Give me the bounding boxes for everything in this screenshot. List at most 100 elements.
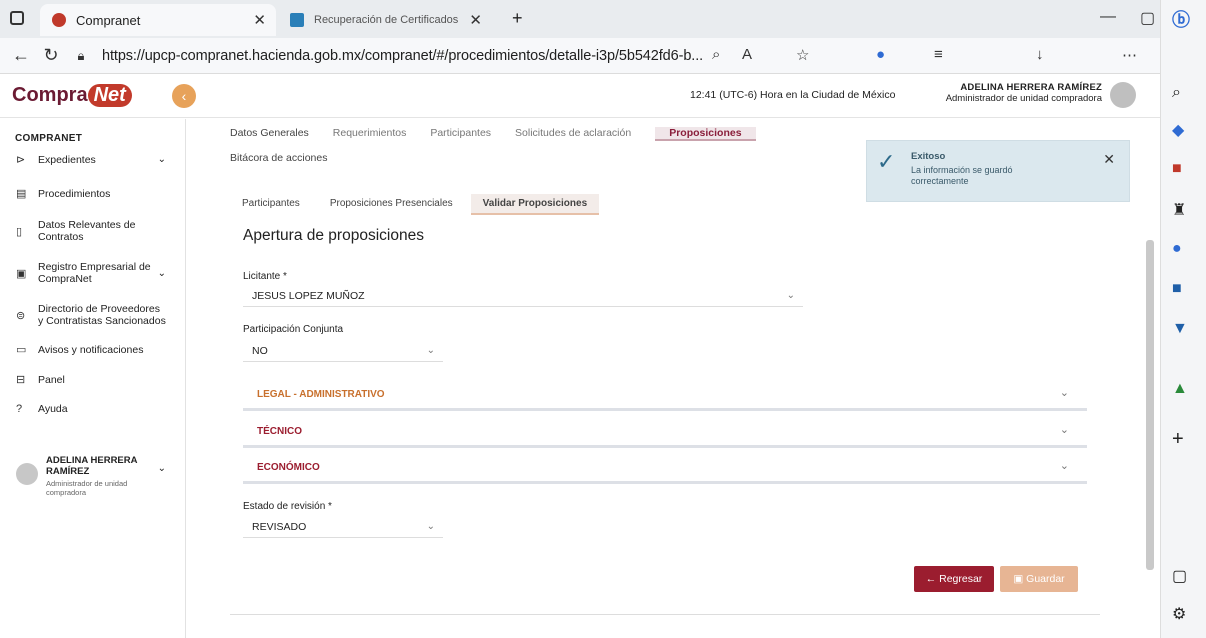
section-label: ECONÓMICO bbox=[257, 462, 320, 473]
tree-icon[interactable]: ▲ bbox=[1172, 380, 1188, 398]
maximize-icon[interactable]: ▢ bbox=[1140, 8, 1155, 28]
estado-select[interactable]: REVISADO ⌄ bbox=[243, 516, 443, 538]
refresh-icon[interactable]: ↻ bbox=[36, 45, 66, 66]
section-tecnico[interactable]: TÉCNICO ⌄ bbox=[243, 418, 1087, 448]
server-clock: 12:41 (UTC-6) Hora en la Ciudad de Méxic… bbox=[690, 89, 896, 101]
licitante-label: Licitante * bbox=[243, 271, 287, 282]
url-field[interactable]: https://upcp-compranet.hacienda.gob.mx/c… bbox=[102, 48, 703, 64]
bing-icon[interactable]: ⓑ bbox=[1172, 6, 1190, 32]
conjunta-value: NO bbox=[252, 345, 268, 357]
tab-proposiciones[interactable]: Proposiciones bbox=[655, 127, 756, 141]
sidebar-item-panel[interactable]: ⊟ Panel bbox=[16, 373, 176, 387]
edge-sidebar bbox=[1160, 0, 1206, 638]
minimize-icon[interactable]: — bbox=[1100, 8, 1116, 26]
chevron-down-icon: ⌄ bbox=[157, 267, 166, 279]
sidebar-item-label: Procedimientos bbox=[38, 187, 111, 200]
subtab-participantes[interactable]: Participantes bbox=[230, 194, 312, 215]
subtab-validar-proposiciones[interactable]: Validar Proposiciones bbox=[470, 194, 600, 215]
close-tab-icon[interactable]: ✕ bbox=[469, 11, 482, 29]
page-title: Apertura de proposiciones bbox=[243, 227, 424, 244]
help-icon: ? bbox=[16, 403, 23, 415]
divider bbox=[230, 614, 1100, 615]
subtab-proposiciones-presenciales[interactable]: Proposiciones Presenciales bbox=[318, 194, 465, 215]
chevron-down-icon: ⌄ bbox=[426, 521, 435, 532]
close-tab-icon[interactable]: ✕ bbox=[253, 11, 266, 29]
toast-title: Exitoso bbox=[911, 151, 946, 162]
app-sidebar: COMPRANET ⊳ Expedientes ⌄ ▤ Procedimientos … bbox=[0, 119, 186, 638]
outlook-icon[interactable]: ■ bbox=[1172, 280, 1182, 298]
guardar-button[interactable]: ▣ Guardar bbox=[1000, 566, 1078, 592]
sidebar-item-label: Registro Empresarial de CompraNet bbox=[38, 261, 151, 285]
section-economico[interactable]: ECONÓMICO ⌄ bbox=[243, 454, 1087, 484]
extension-icon[interactable]: ● bbox=[876, 46, 885, 63]
lock-icon[interactable]: 🔒︎ bbox=[66, 48, 96, 64]
sidebar-item-label: Directorio de Proveedores y Contratistas… bbox=[38, 303, 166, 327]
chevron-down-icon: ⌄ bbox=[157, 154, 166, 165]
sidebar-item-datos-relevantes[interactable]: ▯ Datos Relevantes de Contratos bbox=[16, 219, 176, 243]
certificados-favicon-icon bbox=[290, 13, 304, 27]
header-user-name: ADELINA HERRERA RAMÍREZ bbox=[960, 82, 1102, 93]
tab-label: Compranet bbox=[76, 12, 141, 28]
conjunta-select[interactable]: NO ⌄ bbox=[243, 340, 443, 362]
search-icon[interactable]: ⌕ bbox=[1172, 84, 1181, 102]
sidebar-item-label: Expedientes bbox=[38, 153, 96, 166]
tab-participantes[interactable]: Participantes bbox=[430, 127, 491, 141]
collections-icon[interactable]: ≡ bbox=[934, 46, 943, 63]
logo-text: Compra bbox=[12, 84, 88, 106]
logo-net: Net bbox=[87, 84, 132, 107]
office-icon[interactable]: ● bbox=[1172, 240, 1182, 258]
toast-message: La información se guardó correctamente bbox=[911, 165, 1013, 186]
document-icon: ▤ bbox=[16, 188, 27, 200]
sidebar-item-procedimientos[interactable]: ▤ Procedimientos bbox=[16, 187, 176, 201]
tab-label: Recuperación de Certificados bbox=[314, 14, 459, 26]
sidebar-item-registro[interactable]: ▣ Registro Empresarial de CompraNet ⌄ bbox=[16, 261, 176, 285]
shopping-icon[interactable]: ▼ bbox=[1172, 320, 1188, 338]
download-icon[interactable]: ↓ bbox=[1036, 46, 1044, 63]
tab-actions-icon[interactable] bbox=[10, 11, 24, 25]
avatar bbox=[16, 463, 38, 485]
search-icon[interactable]: ⌕ bbox=[712, 46, 720, 63]
procedure-tabs: Datos Generales Requerimientos Participa… bbox=[230, 127, 756, 141]
folder-icon: ⊳ bbox=[16, 154, 26, 166]
licitante-select[interactable]: JESUS LOPEZ MUÑOZ ⌄ bbox=[243, 285, 803, 307]
sidebar-user-role: Administrador de unidad compradora bbox=[46, 479, 128, 497]
section-legal-administrativo[interactable]: LEGAL - ADMINISTRATIVO ⌄ bbox=[243, 381, 1087, 411]
sidebar-item-label: Datos Relevantes de Contratos bbox=[38, 219, 136, 243]
browser-tab-compranet[interactable]: Compranet ✕ bbox=[40, 4, 276, 36]
tag-icon[interactable]: ◆ bbox=[1172, 120, 1184, 140]
tab-requerimientos[interactable]: Requerimientos bbox=[333, 127, 407, 141]
briefcase-icon[interactable]: ■ bbox=[1172, 160, 1182, 178]
tab-datos-generales[interactable]: Datos Generales bbox=[230, 127, 309, 141]
briefcase-icon: ⊜ bbox=[16, 309, 26, 322]
header-user: ADELINA HERRERA RAMÍREZ Administrador de… bbox=[916, 82, 1102, 104]
new-tab-icon[interactable]: + bbox=[512, 8, 523, 29]
chevron-down-icon: ⌄ bbox=[786, 290, 795, 301]
close-icon[interactable]: ✕ bbox=[1103, 151, 1115, 168]
games-icon[interactable]: ♜ bbox=[1172, 200, 1186, 220]
favorite-icon[interactable]: ☆ bbox=[796, 46, 809, 64]
user-avatar[interactable] bbox=[1110, 82, 1136, 108]
tab-solicitudes[interactable]: Solicitudes de aclaración bbox=[515, 127, 631, 141]
browser-tab-certificados[interactable]: Recuperación de Certificados ✕ bbox=[278, 4, 488, 36]
regresar-button[interactable]: ← Regresar bbox=[914, 566, 994, 592]
guardar-label: Guardar bbox=[1026, 573, 1065, 585]
sidebar-item-avisos[interactable]: ▭ Avisos y notificaciones bbox=[16, 343, 176, 357]
add-icon[interactable]: + bbox=[1172, 428, 1184, 451]
sidebar-item-expedientes[interactable]: ⊳ Expedientes ⌄ bbox=[16, 153, 176, 167]
section-label: TÉCNICO bbox=[257, 426, 302, 437]
scrollbar[interactable] bbox=[1146, 240, 1154, 570]
back-arrow-icon[interactable]: ← bbox=[6, 45, 36, 66]
sidebar-toggle-icon[interactable]: ▢ bbox=[1172, 566, 1187, 586]
more-options-icon[interactable]: ⋯ bbox=[1122, 46, 1137, 64]
compranet-logo[interactable]: Compra Net bbox=[12, 84, 132, 107]
estado-label: Estado de revisión * bbox=[243, 501, 332, 512]
sidebar-item-label: Panel bbox=[38, 373, 65, 386]
settings-gear-icon[interactable]: ⚙ bbox=[1172, 604, 1186, 624]
app-header: Compra Net ‹ 12:41 (UTC-6) Hora en la Ciu… bbox=[0, 74, 1160, 118]
chevron-down-icon: ⌄ bbox=[157, 463, 166, 474]
tab-bitacora[interactable]: Bitácora de acciones bbox=[230, 152, 327, 164]
sidebar-item-ayuda[interactable]: ? Ayuda bbox=[16, 403, 176, 415]
read-aloud-icon[interactable]: A bbox=[742, 46, 752, 63]
collapse-sidebar-button[interactable]: ‹ bbox=[172, 84, 196, 108]
sidebar-item-directorio[interactable]: ⊜ Directorio de Proveedores y Contratista… bbox=[16, 303, 176, 327]
